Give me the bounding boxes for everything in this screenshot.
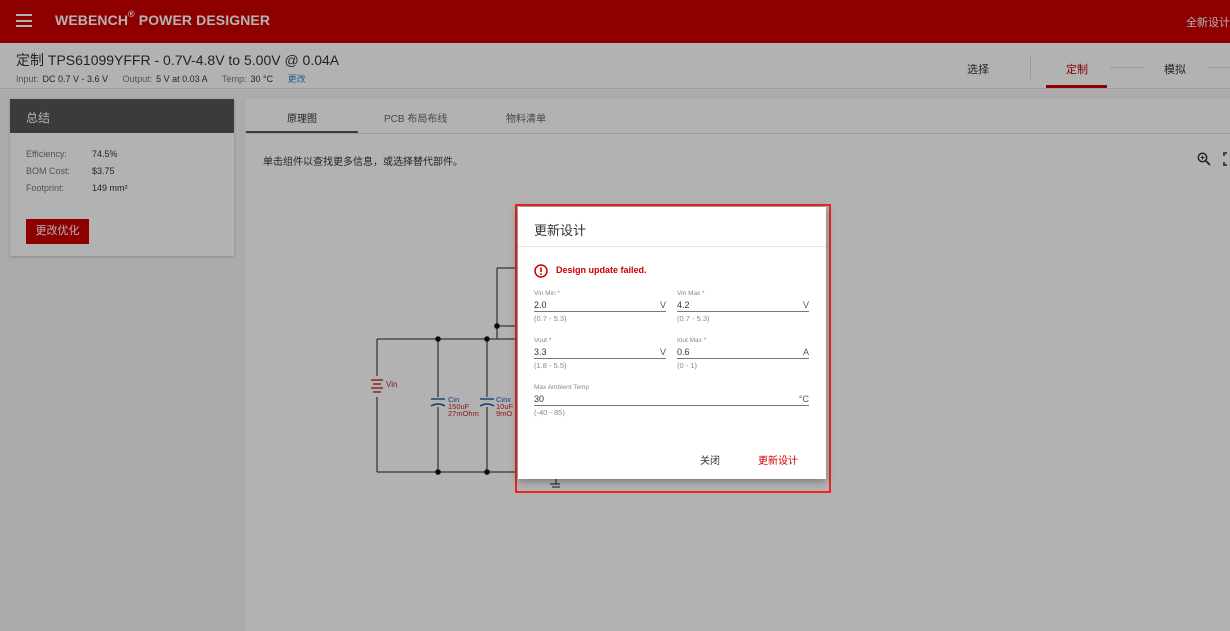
alert-circle-icon: [534, 264, 548, 278]
field-value[interactable]: 2.0: [534, 300, 547, 310]
field-label: Vout *: [534, 337, 552, 344]
field-range: (0.7 - 5.3): [534, 314, 567, 323]
vout-input[interactable]: 3.3 V: [534, 346, 666, 359]
vin-max-field[interactable]: Vin Max * 4.2 V (0.7 - 5.3): [677, 290, 809, 323]
field-unit: V: [802, 300, 809, 310]
field-value[interactable]: 30: [534, 394, 544, 404]
dialog-title: 更新设计: [534, 223, 587, 238]
vin-min-field[interactable]: Vin Min * 2.0 V (0.7 - 5.3): [534, 290, 666, 323]
vin-min-input[interactable]: 2.0 V: [534, 299, 666, 312]
field-unit: °C: [798, 394, 809, 404]
field-value[interactable]: 3.3: [534, 347, 547, 357]
update-design-button[interactable]: 更新设计: [758, 452, 798, 467]
field-unit: V: [659, 300, 666, 310]
error-message: Design update failed.: [556, 265, 647, 275]
iout-max-field[interactable]: Iout Max * 0.6 A (0 - 1): [677, 337, 809, 370]
field-range: (-40 - 85): [534, 408, 565, 417]
vout-field[interactable]: Vout * 3.3 V (1.8 - 5.5): [534, 337, 666, 370]
field-value[interactable]: 0.6: [677, 347, 690, 357]
max-ambient-temp-field[interactable]: Max Ambient Temp 30 °C (-40 - 85): [534, 384, 809, 417]
field-label: Iout Max *: [677, 337, 707, 344]
vin-max-input[interactable]: 4.2 V: [677, 299, 809, 312]
field-range: (0.7 - 5.3): [677, 314, 710, 323]
field-label: Vin Min *: [534, 290, 560, 297]
field-unit: A: [802, 347, 809, 357]
update-design-dialog: 更新设计 Design update failed. Vin Min * 2.0…: [518, 207, 826, 479]
field-label: Max Ambient Temp: [534, 384, 590, 391]
field-range: (0 - 1): [677, 361, 698, 370]
dialog-divider: [518, 246, 826, 247]
max-ambient-temp-input[interactable]: 30 °C: [534, 393, 809, 406]
iout-max-input[interactable]: 0.6 A: [677, 346, 809, 359]
field-value[interactable]: 4.2: [677, 300, 690, 310]
field-range: (1.8 - 5.5): [534, 361, 567, 370]
field-unit: V: [659, 347, 666, 357]
field-label: Vin Max *: [677, 290, 705, 297]
close-button[interactable]: 关闭: [700, 452, 720, 467]
